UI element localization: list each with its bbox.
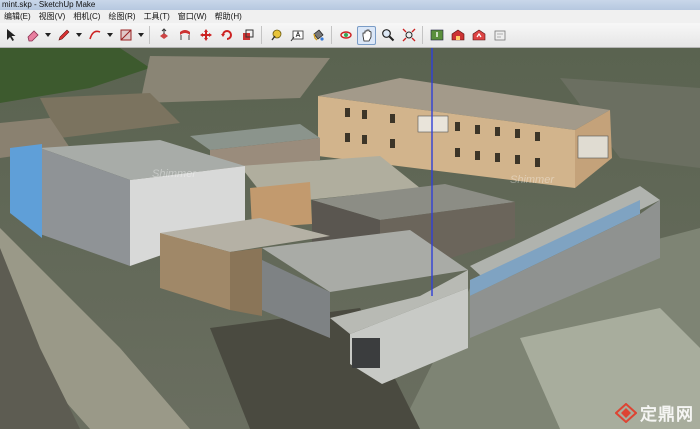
eraser-dropdown[interactable] <box>44 26 51 45</box>
text-icon <box>290 30 303 42</box>
heritage-porch <box>577 135 609 159</box>
follow-me-icon <box>179 30 190 40</box>
zoom-icon <box>381 29 394 42</box>
text-tool-button[interactable] <box>287 26 306 45</box>
share-model-button[interactable] <box>469 26 488 45</box>
rotate-tool-button[interactable] <box>217 26 236 45</box>
push-pull-tool-button[interactable] <box>154 26 173 45</box>
zoom-extents-tool-button[interactable] <box>399 26 418 45</box>
move-tool-button[interactable] <box>196 26 215 45</box>
road-lot <box>140 56 330 103</box>
extension-button[interactable] <box>490 26 509 45</box>
pencil-icon <box>58 29 69 41</box>
menu-bar: 编辑(E) 视图(V) 相机(C) 绘图(R) 工具(T) 窗口(W) 帮助(H… <box>0 10 700 23</box>
share-model-icon <box>472 29 485 41</box>
push-pull-icon <box>159 28 168 39</box>
toolbar-separator <box>331 26 332 44</box>
model-viewport[interactable]: Shimmer Shimmer 定鼎网 <box>0 48 700 429</box>
scale-tool-button[interactable] <box>238 26 257 45</box>
toolbar-separator <box>261 26 262 44</box>
menu-camera[interactable]: 相机(C) <box>71 10 106 23</box>
rectangle-icon <box>120 29 131 41</box>
stone-side <box>230 248 262 316</box>
watermark-text: 定鼎网 <box>640 405 694 424</box>
menu-draw[interactable]: 绘图(R) <box>106 10 141 23</box>
sketchup-window: mint.skp - SketchUp Make 编辑(E) 视图(V) 相机(… <box>0 0 700 429</box>
heritage-balcony <box>417 115 449 133</box>
front-entrance <box>352 338 380 368</box>
rectangle-tool-button[interactable] <box>116 26 135 45</box>
arc-tool-button[interactable] <box>85 26 104 45</box>
menu-help[interactable]: 帮助(H) <box>213 10 248 23</box>
ghost-label-left: Shimmer <box>152 168 197 180</box>
select-tool-button[interactable] <box>2 26 21 45</box>
menu-edit[interactable]: 编辑(E) <box>2 10 37 23</box>
chevron-down-icon <box>44 33 51 37</box>
follow-me-tool-button[interactable] <box>175 26 194 45</box>
tape-measure-tool-button[interactable] <box>266 26 285 45</box>
scale-icon <box>242 29 253 40</box>
warehouse-button[interactable] <box>448 26 467 45</box>
add-location-icon <box>430 29 443 41</box>
paint-bucket-icon <box>312 29 324 41</box>
chevron-down-icon <box>75 33 82 37</box>
tape-measure-icon <box>270 29 281 41</box>
eraser-tool-button[interactable] <box>23 26 42 45</box>
toolbar-separator <box>422 26 423 44</box>
move-icon <box>199 29 212 41</box>
extension-icon <box>494 30 505 41</box>
arc-dropdown[interactable] <box>106 26 113 45</box>
window-title: mint.skp - SketchUp Make <box>2 0 96 9</box>
arc-icon <box>88 30 100 40</box>
zoom-extents-icon <box>402 28 415 42</box>
pan-tool-button[interactable] <box>357 25 376 45</box>
pencil-tool-button[interactable] <box>54 26 73 45</box>
pencil-dropdown[interactable] <box>75 26 82 45</box>
select-icon <box>6 29 15 41</box>
main-toolbar <box>0 23 700 48</box>
paint-bucket-tool-button[interactable] <box>308 26 327 45</box>
zoom-tool-button[interactable] <box>378 26 397 45</box>
rotate-icon <box>220 30 232 40</box>
orbit-tool-button[interactable] <box>336 26 355 45</box>
title-bar: mint.skp - SketchUp Make <box>0 0 700 10</box>
ghost-label-right: Shimmer <box>510 174 555 186</box>
menu-window[interactable]: 窗口(W) <box>176 10 213 23</box>
toolbar-separator <box>149 26 150 44</box>
menu-tools[interactable]: 工具(T) <box>142 10 176 23</box>
pan-icon <box>362 29 371 42</box>
warehouse-icon <box>451 29 464 41</box>
chevron-down-icon <box>137 33 144 37</box>
chevron-down-icon <box>106 33 113 37</box>
aerial-model-scene <box>0 48 700 429</box>
watermark-logo-icon <box>615 402 637 423</box>
eraser-icon <box>27 30 39 42</box>
rectangle-dropdown[interactable] <box>137 26 144 45</box>
menu-view[interactable]: 视图(V) <box>37 10 72 23</box>
add-location-button[interactable] <box>427 26 446 45</box>
watermark: 定鼎网 <box>615 400 694 425</box>
orbit-icon <box>339 31 352 39</box>
